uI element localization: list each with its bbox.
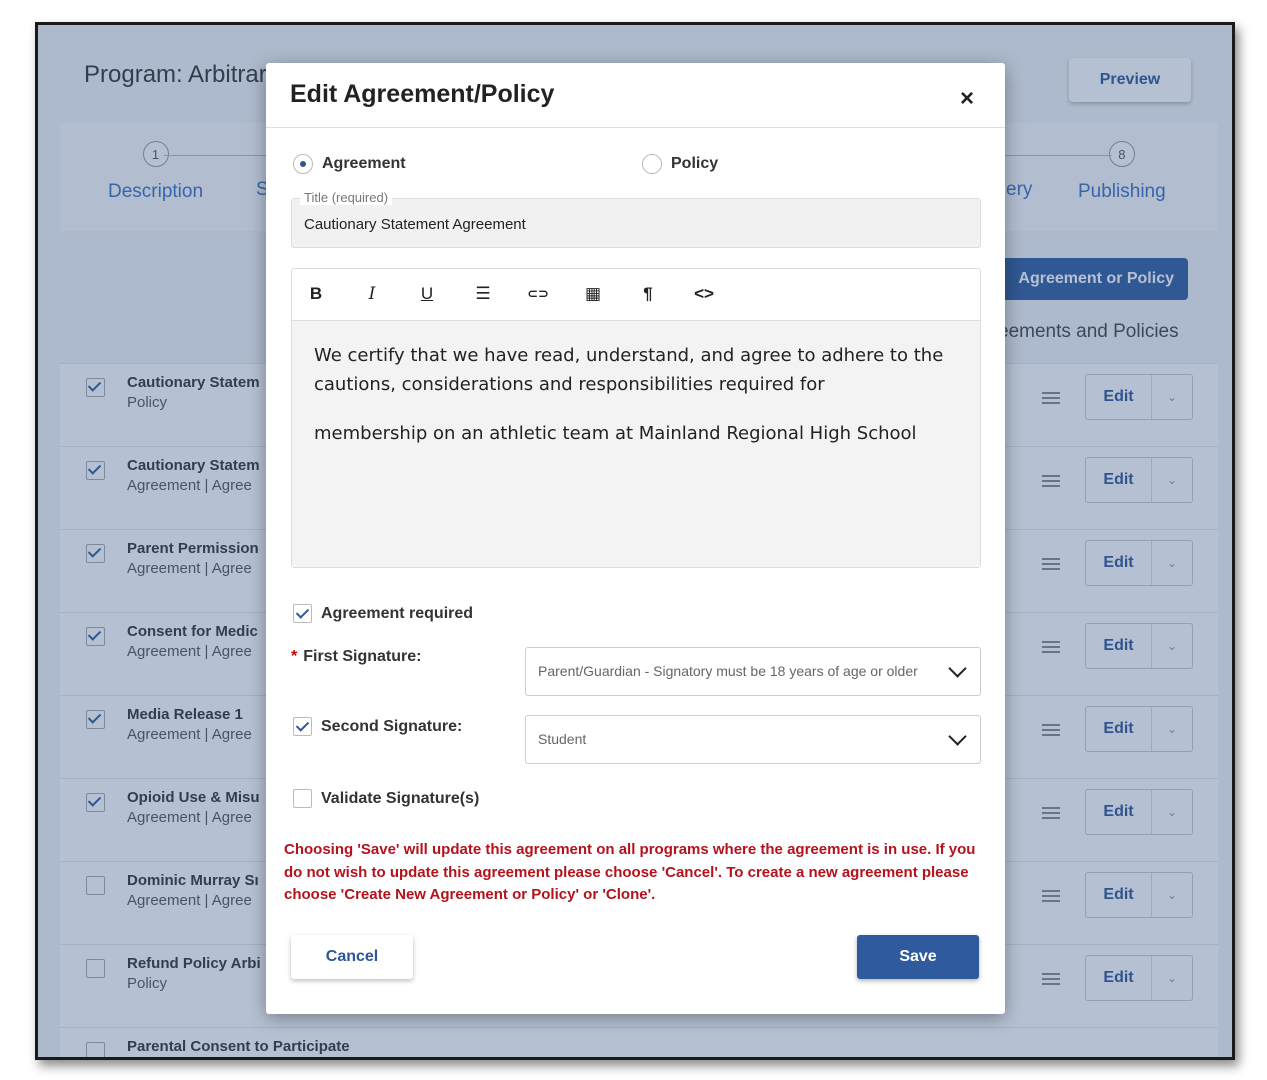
- radio-label: Policy: [671, 155, 719, 172]
- checkbox[interactable]: [293, 789, 312, 808]
- second-signature-checkbox[interactable]: Second Signature:: [293, 717, 462, 736]
- checkbox[interactable]: [293, 604, 312, 623]
- radio-label: Agreement: [322, 155, 406, 172]
- editor-toolbar: B I U ☰ ⊂⊃ ▦ ¶ <>: [292, 269, 980, 321]
- rich-text-editor: B I U ☰ ⊂⊃ ▦ ¶ <> We certify that we hav…: [291, 268, 981, 568]
- radio-agreement[interactable]: Agreement: [293, 154, 406, 174]
- validate-signatures-checkbox[interactable]: Validate Signature(s): [293, 789, 479, 808]
- label-text: First Signature:: [303, 648, 422, 665]
- code-icon[interactable]: <>: [690, 281, 718, 307]
- update-warning: Choosing 'Save' will update this agreeme…: [284, 841, 976, 903]
- bold-icon[interactable]: B: [302, 281, 330, 307]
- first-signature-select[interactable]: Parent/Guardian - Signatory must be 18 y…: [525, 647, 981, 696]
- editor-paragraph: We certify that we have read, understand…: [314, 345, 944, 395]
- editor-content[interactable]: We certify that we have read, understand…: [292, 321, 980, 567]
- save-button[interactable]: Save: [857, 935, 979, 979]
- title-field-label: Title (required): [300, 190, 393, 205]
- checkbox[interactable]: [293, 717, 312, 736]
- cancel-button[interactable]: Cancel: [291, 935, 413, 979]
- link-icon[interactable]: ⊂⊃: [524, 281, 552, 307]
- chevron-down-icon: [948, 659, 967, 678]
- title-field-value[interactable]: Cautionary Statement Agreement: [304, 216, 526, 233]
- checkbox-label: Agreement required: [321, 604, 474, 622]
- dialog-title: Edit Agreement/Policy: [290, 80, 555, 108]
- required-asterisk: *: [291, 648, 298, 665]
- first-signature-label: * First Signature:: [291, 648, 421, 666]
- table-icon[interactable]: ▦: [579, 281, 607, 307]
- radio-button[interactable]: [293, 154, 313, 174]
- edit-agreement-dialog: Edit Agreement/Policy × Agreement Policy…: [266, 63, 1005, 1014]
- checkbox-label: Second Signature:: [321, 717, 463, 735]
- title-input[interactable]: Title (required) Cautionary Statement Ag…: [291, 190, 981, 248]
- second-signature-select[interactable]: Student: [525, 715, 981, 764]
- radio-button[interactable]: [642, 154, 662, 174]
- select-value: Parent/Guardian - Signatory must be 18 y…: [538, 663, 918, 679]
- chevron-down-icon: [948, 727, 967, 746]
- agreement-required-checkbox[interactable]: Agreement required: [293, 604, 473, 623]
- list-icon[interactable]: ☰: [469, 281, 497, 307]
- underline-icon[interactable]: U: [413, 281, 441, 307]
- select-value: Student: [538, 731, 587, 747]
- italic-icon[interactable]: I: [358, 281, 386, 307]
- checkbox-label: Validate Signature(s): [321, 789, 480, 807]
- editor-paragraph: membership on an athletic team at Mainla…: [314, 423, 917, 444]
- close-icon[interactable]: ×: [960, 85, 974, 113]
- dialog-header: Edit Agreement/Policy ×: [266, 63, 1005, 128]
- paragraph-icon[interactable]: ¶: [634, 281, 662, 307]
- radio-policy[interactable]: Policy: [642, 154, 718, 174]
